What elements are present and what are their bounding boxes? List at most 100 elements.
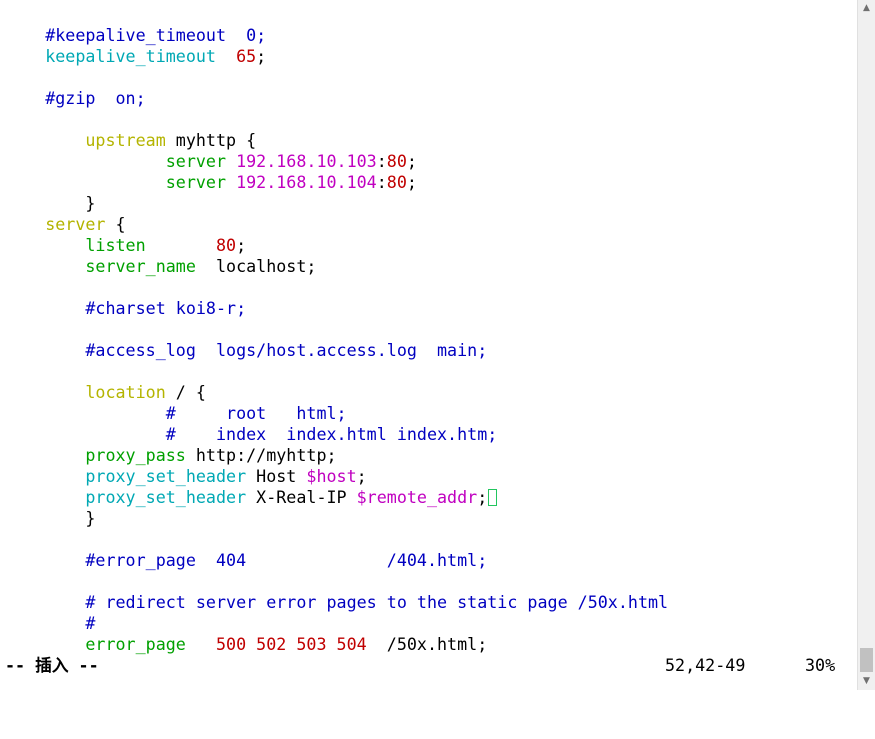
- code-line: # index index.html index.htm;: [5, 424, 498, 445]
- code-line: proxy_set_header X-Real-IP $remote_addr;: [5, 487, 498, 508]
- vertical-scrollbar[interactable]: ▲ ▼: [857, 0, 875, 690]
- code-token: # index index.html index.htm;: [165, 424, 498, 444]
- code-token: server: [45, 214, 106, 234]
- code-token: myhttp {: [165, 130, 257, 150]
- code-line: #charset koi8-r;: [5, 298, 246, 319]
- code-token: 192.168.10.104: [236, 172, 377, 192]
- code-token: ;: [406, 151, 417, 171]
- code-token: listen: [85, 235, 146, 255]
- code-token: }: [85, 508, 96, 528]
- code-token: server: [165, 151, 227, 171]
- code-token: $host: [306, 466, 357, 486]
- code-token: ;: [477, 487, 488, 507]
- code-token: }: [85, 193, 96, 213]
- code-line: server 192.168.10.103:80;: [5, 151, 417, 172]
- code-line: server 192.168.10.104:80;: [5, 172, 417, 193]
- code-token: / {: [165, 382, 206, 402]
- editor-text-area[interactable]: #keepalive_timeout 0; keepalive_timeout …: [5, 25, 855, 655]
- code-line: proxy_pass http://myhttp;: [5, 445, 337, 466]
- status-bar: -- 插入 -- 52,42-49 30%: [5, 655, 855, 676]
- code-line: #access_log logs/host.access.log main;: [5, 340, 487, 361]
- text-cursor: [488, 489, 498, 506]
- code-line: # redirect server error pages to the sta…: [5, 592, 668, 613]
- code-token: 80: [386, 172, 407, 192]
- code-line: error_page 500 502 503 504 /50x.html;: [5, 634, 487, 655]
- code-line: upstream myhttp {: [5, 130, 256, 151]
- code-token: server: [165, 172, 227, 192]
- cursor-position: 52,42-49: [665, 655, 746, 675]
- code-token: # redirect server error pages to the sta…: [85, 592, 669, 612]
- code-token: proxy_set_header: [85, 487, 247, 507]
- code-token: #charset koi8-r;: [85, 298, 247, 318]
- code-token: #gzip on;: [45, 88, 146, 108]
- code-token: X-Real-IP: [246, 487, 357, 507]
- code-token: proxy_pass: [85, 445, 186, 465]
- code-line: listen 80;: [5, 235, 246, 256]
- code-token: http://myhttp;: [185, 445, 337, 465]
- code-token: location: [85, 382, 166, 402]
- scroll-percent: 30%: [805, 655, 836, 675]
- code-token: #access_log logs/host.access.log main;: [85, 340, 488, 360]
- code-token: localhost;: [195, 256, 317, 276]
- code-line: # root html;: [5, 403, 347, 424]
- code-token: # root html;: [165, 403, 347, 423]
- code-token: keepalive_timeout: [45, 46, 216, 66]
- code-token: #error_page 404 /404.html;: [85, 550, 488, 570]
- scroll-thumb[interactable]: [860, 648, 873, 672]
- code-token: 65: [236, 46, 257, 66]
- code-token: proxy_set_header: [85, 466, 247, 486]
- code-line: server_name localhost;: [5, 256, 316, 277]
- code-token: :: [376, 172, 387, 192]
- code-line: #error_page 404 /404.html;: [5, 550, 487, 571]
- code-line: #keepalive_timeout 0;: [5, 25, 266, 46]
- code-token: upstream: [85, 130, 166, 150]
- code-token: ;: [356, 466, 367, 486]
- scroll-down-arrow-icon[interactable]: ▼: [858, 673, 875, 690]
- code-token: Host: [246, 466, 307, 486]
- code-line: location / {: [5, 382, 206, 403]
- scroll-up-arrow-icon[interactable]: ▲: [858, 0, 875, 17]
- code-line: }: [5, 508, 95, 529]
- code-line: }: [5, 193, 95, 214]
- mode-indicator: -- 插入 --: [5, 655, 99, 675]
- code-token: #keepalive_timeout 0;: [45, 25, 267, 45]
- code-line: proxy_set_header Host $host;: [5, 466, 367, 487]
- code-token: :: [376, 151, 387, 171]
- code-line: server {: [5, 214, 126, 235]
- code-token: ;: [236, 235, 247, 255]
- code-token: server_name: [85, 256, 196, 276]
- code-token: /50x.html;: [366, 634, 488, 654]
- code-token: ;: [256, 46, 267, 66]
- code-line: #: [5, 613, 95, 634]
- code-token: error_page: [85, 634, 186, 654]
- code-token: 80: [215, 235, 237, 255]
- code-token: 500 502 503 504: [215, 634, 367, 654]
- code-line: keepalive_timeout 65;: [5, 46, 266, 67]
- code-token: {: [105, 214, 126, 234]
- code-token: #: [85, 613, 96, 633]
